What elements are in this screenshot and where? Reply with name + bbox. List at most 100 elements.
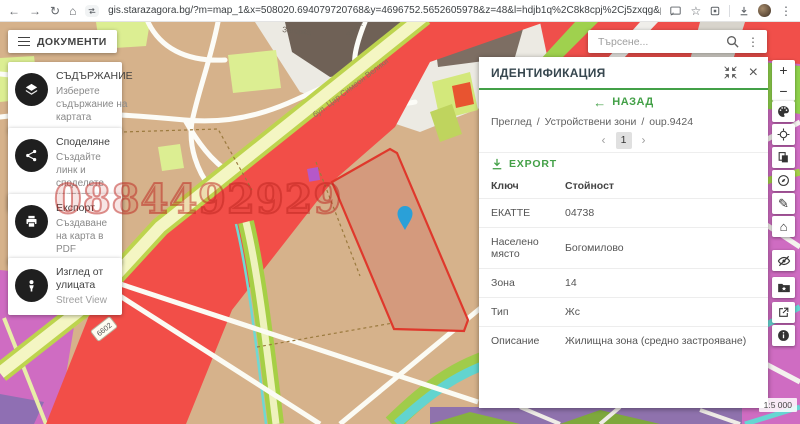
pagination: ‹ 1 › — [479, 128, 768, 153]
compass-icon — [777, 174, 790, 187]
address-bar[interactable]: gis.starazagora.bg/?m=map_1&x=508020.694… — [108, 5, 661, 16]
info-icon — [777, 329, 790, 342]
eye-off-icon — [777, 254, 791, 268]
breadcrumb-item[interactable]: oup.9424 — [649, 116, 693, 128]
bookmark-star-icon[interactable]: ☆ — [690, 5, 701, 17]
card-title: Експорт — [56, 202, 115, 215]
layers-pages-button[interactable] — [772, 147, 795, 168]
small-zone — [307, 167, 320, 182]
value-cell: 14 — [565, 269, 768, 298]
extensions-icon[interactable] — [710, 6, 720, 16]
table-row: Населено място Богомилово — [479, 228, 768, 269]
browser-home-icon[interactable]: ⌂ — [69, 5, 76, 17]
card-title: Споделяне — [56, 136, 115, 149]
pegman-icon — [15, 269, 48, 302]
divider — [729, 5, 730, 17]
home-icon: ⌂ — [780, 220, 788, 233]
expand-icon[interactable] — [724, 66, 737, 79]
map-scale: 1:5 000 — [759, 398, 797, 412]
card-contents[interactable]: СЪДЪРЖАНИЕ Изберете съдържание на картат… — [8, 62, 122, 132]
print-icon — [15, 205, 48, 238]
site-settings-icon[interactable] — [85, 5, 99, 17]
value-cell: Жс — [565, 298, 768, 327]
basemap-button[interactable] — [772, 101, 795, 122]
palette-icon — [777, 105, 790, 118]
key-cell: ЕКАТТЕ — [479, 199, 565, 228]
saved-places-button[interactable] — [772, 277, 795, 298]
browser-forward-icon[interactable]: → — [29, 5, 41, 17]
card-description: Изберете съдържание на картата — [56, 85, 133, 124]
prev-page-icon[interactable]: ‹ — [602, 133, 606, 147]
search-bar: ⋮ — [588, 30, 767, 53]
identification-panel: ИДЕНТИФИКАЦИЯ × ← НАЗАД Преглед / Устрой… — [479, 57, 768, 408]
key-cell: Описание — [479, 327, 565, 356]
key-cell: Населено място — [479, 228, 565, 269]
browser-menu-icon[interactable]: ⋮ — [780, 5, 792, 17]
draw-button[interactable]: ✎ — [772, 193, 795, 214]
breadcrumb: Преглед / Устройствени зони / oup.9424 — [479, 114, 768, 128]
zoom-control: + − — [772, 60, 795, 101]
back-label: НАЗАД — [612, 96, 653, 108]
search-input[interactable] — [596, 35, 718, 49]
cast-icon[interactable] — [670, 6, 681, 16]
value-cell: Богомилово — [565, 228, 768, 269]
open-window-button[interactable] — [772, 302, 795, 323]
open-in-new-icon — [777, 306, 790, 319]
table-row: Зона 14 — [479, 269, 768, 298]
home-button[interactable]: ⌂ — [772, 216, 795, 237]
downloads-icon[interactable] — [739, 6, 749, 16]
table-row: ЕКАТТЕ 04738 — [479, 199, 768, 228]
breadcrumb-separator: / — [537, 116, 540, 128]
search-icon[interactable] — [726, 35, 739, 48]
card-title: Изглед от улицата — [56, 266, 115, 292]
locate-button[interactable] — [772, 124, 795, 145]
hide-ui-button[interactable] — [772, 250, 795, 271]
zoom-out-button[interactable]: − — [772, 81, 795, 102]
search-menu-icon[interactable]: ⋮ — [747, 35, 759, 49]
browser-bar: ← → ↻ ⌂ gis.starazagora.bg/?m=map_1&x=50… — [0, 0, 800, 22]
pencil-icon: ✎ — [778, 197, 789, 210]
export-label: EXPORT — [509, 158, 557, 170]
export-button[interactable]: EXPORT — [479, 153, 768, 175]
breadcrumb-item[interactable]: Преглед — [491, 116, 532, 128]
info-button[interactable] — [772, 325, 795, 346]
menu-icon — [18, 37, 30, 47]
card-description: Създаване на карта в PDF — [56, 217, 115, 256]
table-header-row: Ключ Стойност — [479, 175, 768, 199]
back-button[interactable]: ← НАЗАД — [479, 90, 768, 114]
folder-star-icon — [777, 281, 791, 295]
close-icon[interactable]: × — [749, 64, 758, 82]
breadcrumb-item[interactable]: Устройствени зони — [545, 116, 637, 128]
share-icon — [15, 139, 48, 172]
card-street-view[interactable]: Изглед от улицата Street View — [8, 258, 122, 315]
documents-label: ДОКУМЕНТИ — [37, 36, 107, 48]
value-cell: Жилищна зона (средно застрояване) — [565, 327, 768, 356]
next-page-icon[interactable]: › — [642, 133, 646, 147]
browser-avatar[interactable] — [758, 4, 771, 17]
zoom-in-button[interactable]: + — [772, 60, 795, 81]
key-cell: Зона — [479, 269, 565, 298]
table-row: Описание Жилищна зона (средно застрояван… — [479, 327, 768, 356]
pages-icon — [777, 151, 790, 164]
table-row: Тип Жс — [479, 298, 768, 327]
documents-button[interactable]: ДОКУМЕНТИ — [8, 30, 117, 53]
attributes-table: Ключ Стойност ЕКАТТЕ 04738 Населено мяст… — [479, 175, 768, 355]
compass-button[interactable] — [772, 170, 795, 191]
breadcrumb-separator: / — [641, 116, 644, 128]
browser-back-icon[interactable]: ← — [8, 5, 20, 17]
back-arrow-icon: ← — [593, 95, 606, 110]
layers-icon — [15, 73, 48, 106]
card-title: СЪДЪРЖАНИЕ — [56, 70, 133, 83]
crosshair-icon — [777, 128, 790, 141]
value-cell: 04738 — [565, 199, 768, 228]
panel-header: ИДЕНТИФИКАЦИЯ × — [479, 57, 768, 90]
key-header: Ключ — [479, 175, 565, 199]
key-cell: Тип — [479, 298, 565, 327]
card-export[interactable]: Експорт Създаване на карта в PDF — [8, 194, 122, 264]
panel-title: ИДЕНТИФИКАЦИЯ — [491, 66, 712, 80]
current-page[interactable]: 1 — [616, 132, 632, 149]
browser-reload-icon[interactable]: ↻ — [50, 5, 60, 17]
value-header: Стойност — [565, 175, 768, 199]
card-description: Street View — [56, 294, 115, 307]
app-window: ← → ↻ ⌂ gis.starazagora.bg/?m=map_1&x=50… — [0, 0, 800, 424]
